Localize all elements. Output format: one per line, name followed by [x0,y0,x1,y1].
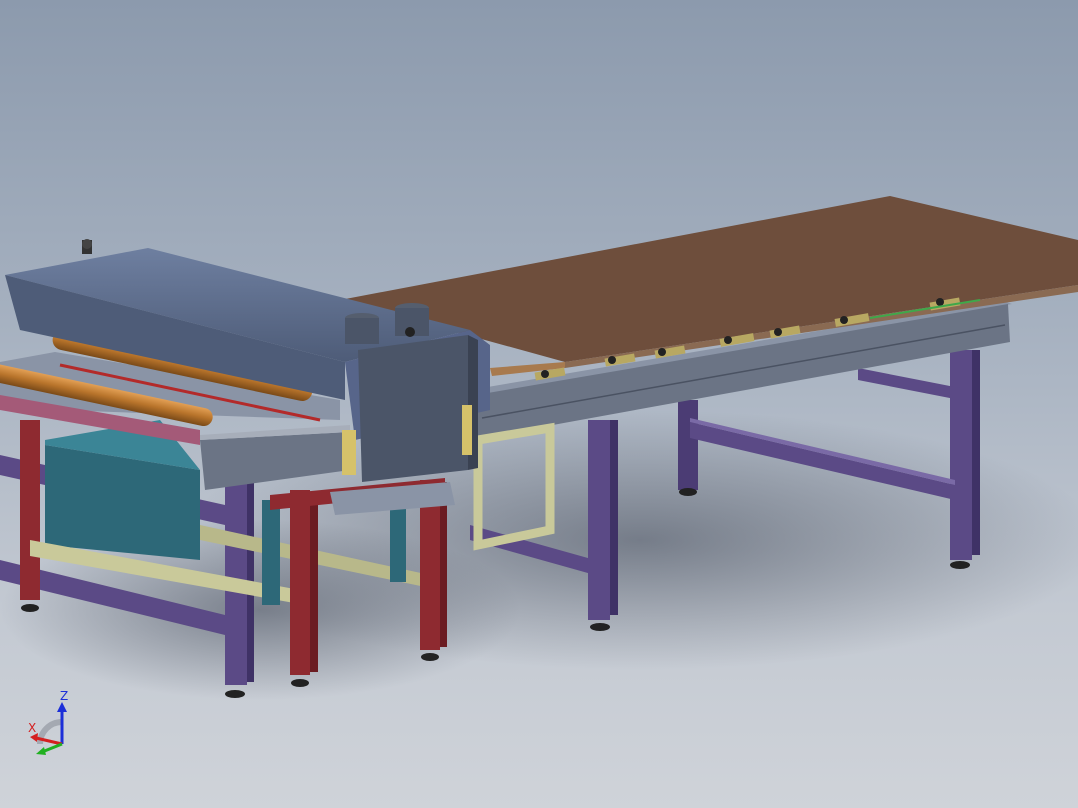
assembly-model[interactable] [0,0,1078,808]
teal-post-right [390,500,406,582]
foot-red-left [291,679,309,687]
foot-red-right [421,653,439,661]
triad-z-arrow-icon [57,702,67,712]
triad-y-axis [41,742,63,754]
red-leg-front-left [290,490,310,675]
leg-front-mid-side [610,420,618,615]
leg-back-right-side [972,350,980,555]
red-leg-front-right-side [440,482,447,647]
foot-left-back [21,604,39,612]
table-legs-front[interactable] [588,420,618,631]
clamp-knob [724,336,732,344]
yellow-plate [342,430,356,475]
leg-back-mid [678,400,698,490]
triad-x-label: X [28,721,36,735]
clamp-knob [774,328,782,336]
knob-cylinder[interactable] [405,327,415,337]
clamp-knob [840,316,848,324]
clamp-knob [608,356,616,364]
clamp-knob [541,370,549,378]
knob-hood-top[interactable] [82,239,92,249]
foot-left-front [225,690,245,698]
clamp-knob [658,348,666,356]
teal-post [262,500,280,605]
foot-back-right [950,561,970,569]
left-leg-back [20,420,40,600]
axis-triad[interactable]: Z X [26,686,86,756]
foot-back-mid [679,488,697,496]
upper-beam-back [858,368,960,400]
cylinder-left[interactable] [345,318,379,344]
foot-front-mid [590,623,610,631]
leg-front-mid [588,420,610,620]
control-box-front [358,335,468,482]
triad-z-label: Z [60,689,68,703]
leg-back-right [950,350,972,560]
clamp-knob [936,298,944,306]
triad-y-arrow-icon [36,747,46,755]
cad-3d-viewport[interactable]: Z X [0,0,1078,808]
yellow-plate-right [462,405,472,455]
red-leg-front-left-side [310,492,318,672]
